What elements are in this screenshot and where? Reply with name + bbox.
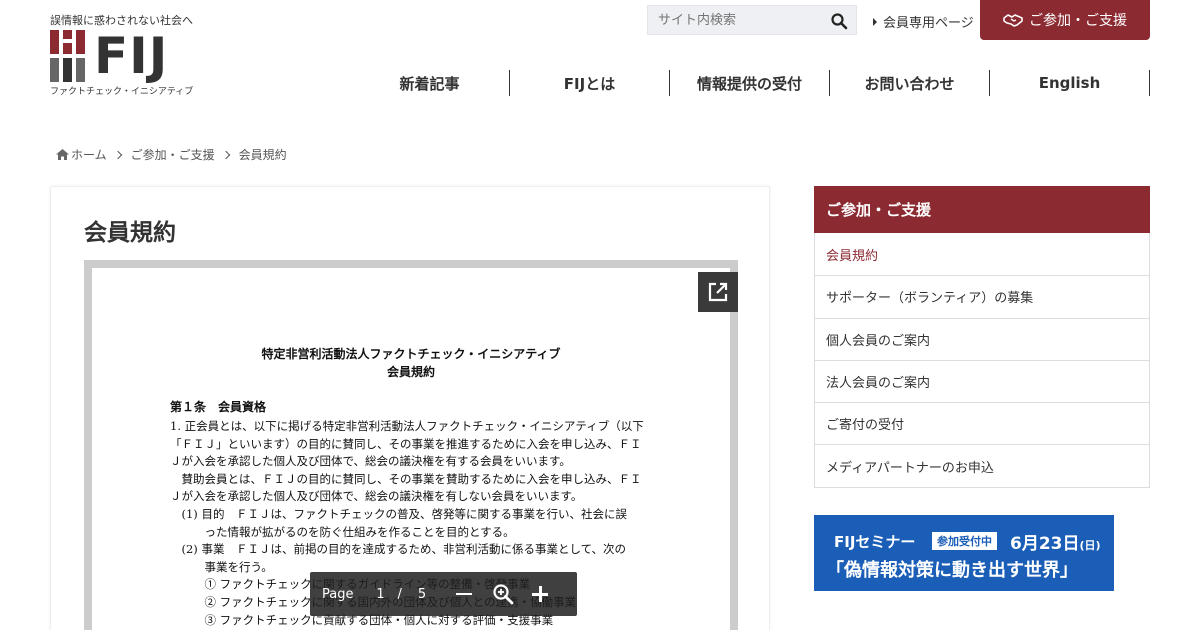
logo-mark-icon bbox=[50, 30, 85, 82]
sidebar-heading: ご参加・ご支援 bbox=[814, 186, 1150, 233]
sidebar-item-media-partner[interactable]: メディアパートナーのお申込 bbox=[815, 444, 1149, 486]
site-search bbox=[647, 5, 857, 35]
sidebar-item-supporter-recruitment[interactable]: サポーター（ボランティア）の募集 bbox=[815, 275, 1149, 317]
total-pages: 5 bbox=[417, 586, 427, 602]
handshake-icon bbox=[1003, 14, 1023, 27]
pdf-line: 「ＦＩＪ」といいます）の目的に賛同し、その事業を推進するために入会を申し込み、Ｆ… bbox=[170, 436, 642, 451]
page-separator: / bbox=[397, 586, 402, 602]
pdf-line: (1) 目的 ＦＩＪは、ファクトチェックの普及、啓発等に関する事業を行い、社会に… bbox=[170, 506, 627, 521]
breadcrumb-parent[interactable]: ご参加・ご支援 bbox=[131, 146, 215, 163]
pdf-viewer[interactable]: 特定非営利活動法人ファクトチェック・イニシアティブ 会員規約 第１条 会員資格 … bbox=[84, 260, 738, 630]
pdf-doc-org: 特定非営利活動法人ファクトチェック・イニシアティブ bbox=[261, 347, 561, 361]
banner-seminar-label: FIJセミナー bbox=[834, 533, 916, 551]
home-icon bbox=[56, 149, 69, 160]
breadcrumb-current: 会員規約 bbox=[238, 148, 287, 162]
banner-weekday: (日) bbox=[1079, 539, 1101, 552]
pdf-toolbar: Page 1 / 5 bbox=[310, 572, 577, 616]
nav-item-news[interactable]: 新着記事 bbox=[350, 70, 510, 96]
zoom-in-button[interactable] bbox=[530, 584, 550, 604]
site-tagline: 誤情報に惑わされない社会へ bbox=[50, 14, 193, 27]
logo-text: FIJ bbox=[94, 27, 169, 85]
sidebar-menu: 会員規約 サポーター（ボランティア）の募集 個人会員のご案内 法人会員のご案内 … bbox=[814, 233, 1150, 488]
breadcrumb-home[interactable]: ホーム bbox=[71, 146, 107, 163]
breadcrumb: ホーム ご参加・ご支援 会員規約 bbox=[56, 146, 287, 163]
pdf-line: Ｊが入会を承認した個人及び団体で、総会の議決権を有しない会員をいいます。 bbox=[170, 489, 583, 504]
content-card: 会員規約 特定非営利活動法人ファクトチェック・イニシアティブ 会員規約 第１条 … bbox=[50, 186, 770, 630]
join-support-button[interactable]: ご参加・ご支援 bbox=[980, 0, 1150, 40]
site-logo[interactable]: FIJ ファクトチェック・イニシアティブ bbox=[50, 30, 195, 100]
sidebar-item-corporate-membership[interactable]: 法人会員のご案内 bbox=[815, 359, 1149, 402]
chevron-right-icon bbox=[221, 150, 230, 159]
nav-item-about[interactable]: FIJとは bbox=[510, 70, 670, 96]
page-title: 会員規約 bbox=[84, 220, 176, 246]
page-label: Page bbox=[322, 586, 354, 602]
sidebar-item-membership-terms[interactable]: 会員規約 bbox=[815, 233, 1149, 275]
current-page-input[interactable]: 1 bbox=[373, 587, 387, 602]
search-icon[interactable] bbox=[830, 12, 848, 30]
pdf-article-heading: 第１条 会員資格 bbox=[170, 400, 267, 414]
nav-item-english[interactable]: English bbox=[990, 70, 1150, 96]
pdf-line: った情報が拡がるのを防ぐ仕組みを作ることを目的とする。 bbox=[170, 524, 515, 539]
main-nav: 新着記事 FIJとは 情報提供の受付 お問い合わせ English bbox=[350, 70, 1150, 96]
pdf-line: 賛助会員とは、ＦＩＪの目的に賛同し、その事業を賛助するために入会を申し込み、ＦＩ bbox=[170, 471, 642, 486]
nav-item-contact[interactable]: お問い合わせ bbox=[830, 70, 990, 96]
open-in-new-window-button[interactable] bbox=[698, 272, 738, 312]
zoom-reset-icon[interactable] bbox=[492, 583, 514, 605]
chevron-right-icon bbox=[113, 150, 122, 159]
seminar-banner[interactable]: FIJセミナー 参加受付中 6月23日(日) 「偽情報対策に動き出す世界」 bbox=[814, 515, 1114, 591]
pdf-line: 1. 正会員とは、以下に掲げる特定非営利活動法人ファクトチェック・イニシアティブ… bbox=[170, 419, 644, 433]
pdf-doc-title: 会員規約 bbox=[386, 365, 435, 379]
banner-status-badge: 参加受付中 bbox=[932, 532, 997, 550]
banner-date-text: 6月23日 bbox=[1010, 534, 1080, 554]
pdf-line: Ｊが入会を承認した個人及び団体で、総会の議決権を有する会員をいいます。 bbox=[170, 454, 571, 469]
zoom-out-button[interactable] bbox=[456, 593, 473, 595]
pdf-line: (2) 事業 ＦＩＪは、前掲の目的を達成するため、非営利活動に係る事業として、次… bbox=[170, 542, 627, 557]
member-page-link[interactable]: 会員専用ページ bbox=[873, 12, 974, 31]
join-button-label: ご参加・ご支援 bbox=[1029, 13, 1127, 29]
banner-date: 6月23日(日) bbox=[1010, 529, 1101, 554]
nav-item-tip-submission[interactable]: 情報提供の受付 bbox=[670, 70, 830, 96]
logo-subtitle: ファクトチェック・イニシアティブ bbox=[50, 87, 194, 97]
member-link-label: 会員専用ページ bbox=[883, 16, 974, 31]
banner-headline: 「偽情報対策に動き出す世界」 bbox=[826, 560, 1078, 581]
sidebar-item-donations[interactable]: ご寄付の受付 bbox=[815, 402, 1149, 444]
external-link-icon bbox=[708, 282, 728, 302]
sidebar-item-individual-membership[interactable]: 個人会員のご案内 bbox=[815, 317, 1149, 360]
search-input[interactable] bbox=[648, 6, 818, 34]
caret-right-icon bbox=[873, 18, 877, 26]
